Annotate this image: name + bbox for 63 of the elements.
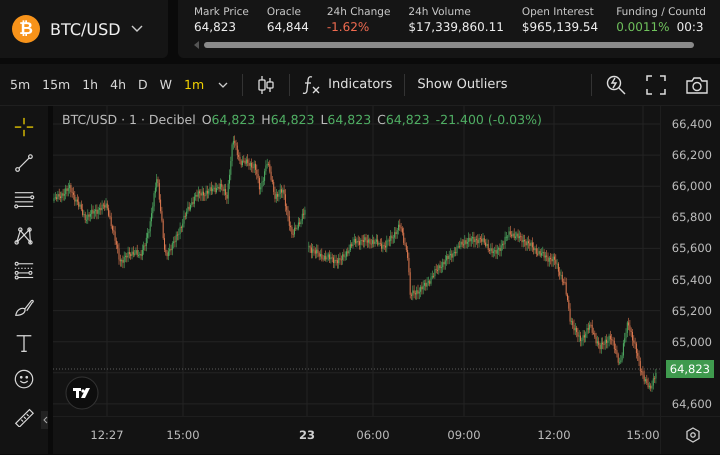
price-label: 65,200 (672, 304, 712, 318)
interval-tab[interactable]: 1m (178, 77, 210, 92)
interval-tab[interactable]: 1h (76, 77, 104, 92)
indicators-button[interactable]: Indicators (296, 74, 398, 94)
time-label: 09:00 (447, 428, 481, 442)
interval-tab[interactable]: 5m (4, 77, 36, 92)
ohlc-value: 64,823 (270, 112, 314, 127)
price-change: -21.400 (-0.03%) (436, 112, 542, 127)
stat-label: Open Interest (522, 6, 595, 18)
ohlc-value: 64,823 (212, 112, 256, 127)
zoom-icon[interactable] (606, 74, 626, 94)
time-label: 06:00 (356, 428, 390, 442)
function-icon (302, 74, 320, 94)
stat-label: Mark Price (194, 6, 249, 18)
price-label: 64,600 (672, 396, 712, 411)
stat-value: $965,139.54 (522, 20, 598, 34)
ohlc-key: C (377, 112, 386, 127)
interval-tab[interactable]: D (132, 77, 154, 92)
stat-value: 00:3 (676, 20, 704, 34)
time-label: 23 (299, 428, 315, 442)
interval-tab[interactable]: 4h (104, 77, 132, 92)
fullscreen-icon[interactable] (646, 74, 666, 94)
ohlc-value: 64,823 (327, 112, 372, 127)
coin-icon: ₿ (12, 15, 40, 43)
time-label: 12:00 (537, 428, 571, 442)
time-label: 12:27 (90, 428, 124, 442)
chart-title: BTC/USD · 1 · Decibel (62, 112, 196, 127)
stat-label: Funding / Countd (616, 6, 706, 18)
show-outliers-button[interactable]: Show Outliers (411, 77, 514, 92)
time-label: 15:00 (626, 428, 660, 442)
stat-value: 0.0011% (616, 20, 670, 34)
stat-value: $17,339,860.11 (408, 20, 504, 34)
stat-value: 64,823 (194, 20, 236, 34)
ohlc-value: 64,823 (386, 112, 430, 127)
ohlc-key: O (202, 112, 212, 127)
stat-value: 64,844 (266, 20, 309, 34)
stat-label: 24h Volume (408, 6, 472, 18)
stat-value: -1.62% (326, 20, 370, 34)
scrollbar-thumb[interactable] (204, 42, 694, 48)
last-price-badge: 64,823 (666, 360, 714, 378)
interval-tab[interactable]: 15m (36, 77, 76, 92)
settings-icon[interactable] (685, 427, 701, 443)
scroll-left-icon[interactable] (194, 41, 200, 49)
logo-icon[interactable] (65, 376, 99, 410)
ohlc-key: H (261, 112, 271, 127)
price-label: 66,400 (672, 117, 712, 131)
chevron-down-icon[interactable] (218, 82, 228, 88)
price-label: 66,200 (672, 148, 712, 162)
time-label: 15:00 (166, 428, 200, 442)
candles-icon[interactable] (257, 74, 276, 94)
camera-icon[interactable] (686, 76, 708, 94)
price-label: 65,800 (672, 210, 712, 224)
price-label: 65,000 (672, 334, 712, 349)
price-label: 65,400 (672, 272, 712, 286)
collapse-icon[interactable] (41, 411, 48, 429)
price-label: 66,000 (672, 179, 712, 194)
stat-label: Oracle (266, 6, 302, 18)
market-title: BTC/USD (50, 20, 121, 38)
price-label: 65,600 (672, 241, 712, 256)
stat-label: 24h Change (326, 6, 390, 18)
interval-tab[interactable]: W (154, 77, 178, 92)
caret-icon[interactable] (130, 25, 143, 33)
ohlc-key: L (320, 112, 328, 127)
